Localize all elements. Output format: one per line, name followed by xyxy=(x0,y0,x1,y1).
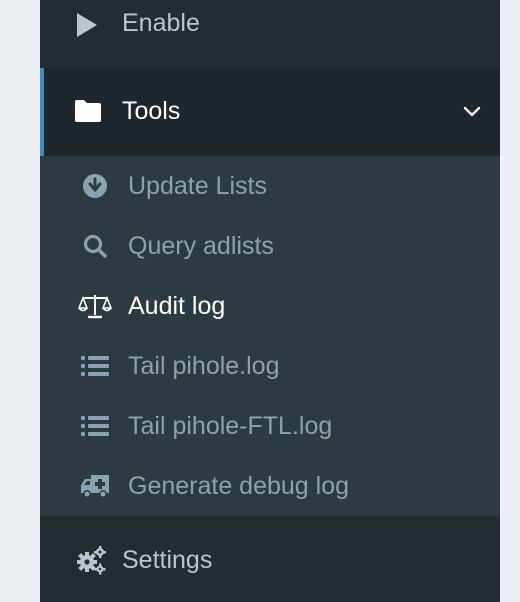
submenu-item-query-adlists[interactable]: Query adlists xyxy=(40,216,500,276)
submenu-item-label: Tail pihole-FTL.log xyxy=(128,412,333,440)
submenu-item-generate-debug-log[interactable]: Generate debug log xyxy=(40,456,500,516)
sidebar-item-tools[interactable]: Tools xyxy=(40,68,500,156)
arrow-circle-down-icon xyxy=(78,172,112,200)
folder-icon xyxy=(74,98,102,124)
list-icon xyxy=(78,412,112,440)
sidebar-item-settings[interactable]: Settings xyxy=(40,530,500,590)
submenu-item-label: Audit log xyxy=(128,292,226,320)
ambulance-icon xyxy=(78,472,112,500)
sidebar-item-label: Tools xyxy=(122,97,181,125)
submenu-item-label: Query adlists xyxy=(128,232,274,260)
submenu-item-label: Generate debug log xyxy=(128,472,350,500)
sidebar-item-label: Settings xyxy=(122,546,213,574)
sidebar-item-enable[interactable]: Enable xyxy=(40,0,500,50)
chevron-down-icon[interactable] xyxy=(462,100,482,120)
page-background xyxy=(0,0,40,602)
sidebar-item-label: Enable xyxy=(122,9,200,37)
gears-icon xyxy=(74,544,108,576)
submenu-item-update-lists[interactable]: Update Lists xyxy=(40,156,500,216)
submenu-item-tail-pihole-log[interactable]: Tail pihole.log xyxy=(40,336,500,396)
submenu-item-audit-log[interactable]: Audit log xyxy=(40,276,500,336)
search-icon xyxy=(78,232,112,260)
balance-scale-icon xyxy=(78,292,112,320)
tools-submenu: Update Lists Query adlists Audit log Tai… xyxy=(40,156,500,516)
submenu-item-label: Tail pihole.log xyxy=(128,352,280,380)
list-icon xyxy=(78,352,112,380)
submenu-item-tail-pihole-ftl-log[interactable]: Tail pihole-FTL.log xyxy=(40,396,500,456)
submenu-item-label: Update Lists xyxy=(128,172,267,200)
page-background-right xyxy=(500,0,520,602)
sidebar-menu: Enable Tools Update Lists Query adlists … xyxy=(40,0,500,602)
play-icon xyxy=(74,10,100,40)
